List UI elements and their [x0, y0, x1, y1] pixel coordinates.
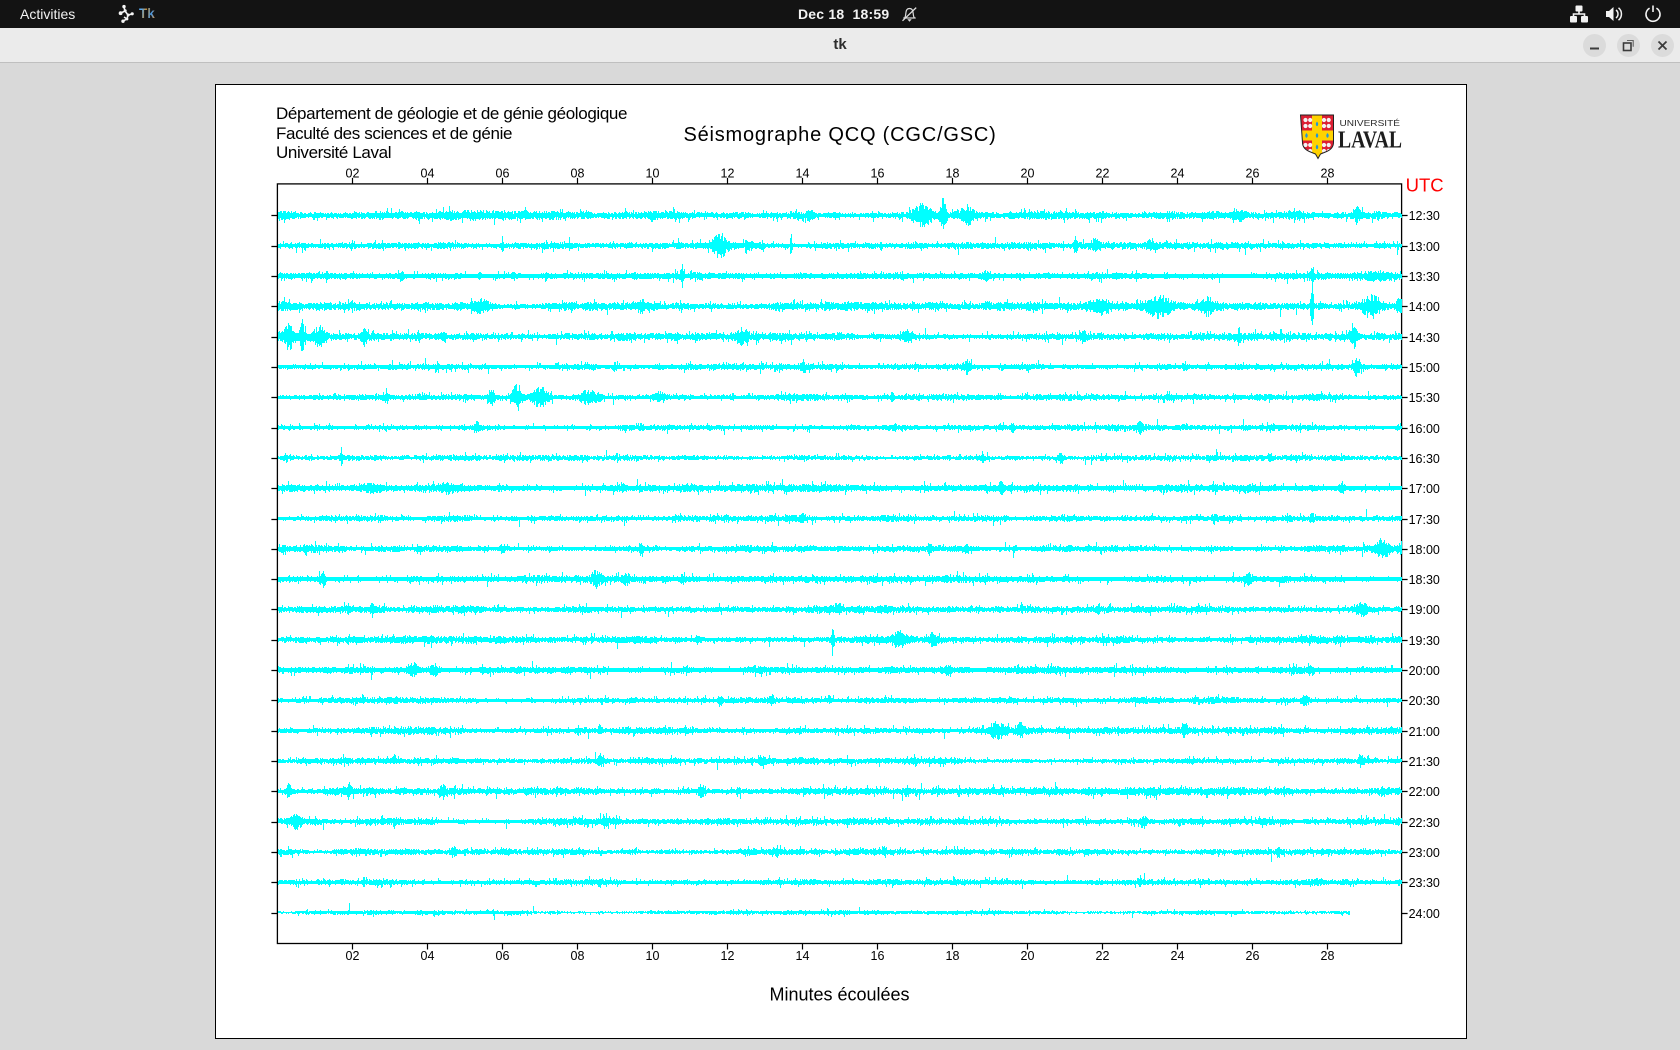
svg-text:04: 04 — [421, 949, 435, 963]
svg-text:18:00: 18:00 — [1409, 543, 1440, 557]
svg-text:19:30: 19:30 — [1409, 634, 1440, 648]
svg-text:22:30: 22:30 — [1409, 816, 1440, 830]
svg-text:17:30: 17:30 — [1409, 513, 1440, 527]
svg-text:15:00: 15:00 — [1409, 361, 1440, 375]
svg-text:10: 10 — [646, 166, 660, 180]
svg-text:04: 04 — [421, 166, 435, 180]
svg-text:06: 06 — [496, 166, 510, 180]
svg-text:26: 26 — [1246, 166, 1260, 180]
svg-text:24: 24 — [1171, 949, 1185, 963]
svg-text:15:30: 15:30 — [1409, 391, 1440, 405]
svg-text:20:30: 20:30 — [1409, 694, 1440, 708]
svg-text:23:30: 23:30 — [1409, 876, 1440, 890]
svg-text:12: 12 — [721, 949, 735, 963]
svg-text:17:00: 17:00 — [1409, 482, 1440, 496]
svg-text:14: 14 — [796, 949, 810, 963]
svg-text:02: 02 — [346, 166, 360, 180]
svg-text:20: 20 — [1021, 949, 1035, 963]
svg-text:10: 10 — [646, 949, 660, 963]
svg-text:22: 22 — [1096, 949, 1110, 963]
svg-text:08: 08 — [571, 166, 585, 180]
svg-text:16:30: 16:30 — [1409, 452, 1440, 466]
svg-text:06: 06 — [496, 949, 510, 963]
svg-text:13:30: 13:30 — [1409, 270, 1440, 284]
svg-text:12:30: 12:30 — [1409, 209, 1440, 223]
svg-text:23:00: 23:00 — [1409, 846, 1440, 860]
svg-text:22:00: 22:00 — [1409, 785, 1440, 799]
svg-text:UTC: UTC — [1406, 174, 1444, 195]
svg-text:Minutes écoulées: Minutes écoulées — [769, 985, 909, 1005]
svg-text:19:00: 19:00 — [1409, 603, 1440, 617]
svg-text:13:00: 13:00 — [1409, 240, 1440, 254]
svg-text:UNIVERSITÉ: UNIVERSITÉ — [1340, 118, 1401, 128]
svg-text:14:30: 14:30 — [1409, 331, 1440, 345]
svg-text:22: 22 — [1096, 166, 1110, 180]
svg-text:16: 16 — [871, 949, 885, 963]
svg-text:12: 12 — [721, 166, 735, 180]
svg-text:21:30: 21:30 — [1409, 755, 1440, 769]
svg-text:20: 20 — [1021, 166, 1035, 180]
svg-text:16: 16 — [871, 166, 885, 180]
svg-text:28: 28 — [1321, 949, 1335, 963]
svg-text:14: 14 — [796, 166, 810, 180]
svg-text:28: 28 — [1321, 166, 1335, 180]
svg-text:26: 26 — [1246, 949, 1260, 963]
svg-text:08: 08 — [571, 949, 585, 963]
svg-text:14:00: 14:00 — [1409, 300, 1440, 314]
svg-text:24:00: 24:00 — [1409, 907, 1440, 921]
svg-text:16:00: 16:00 — [1409, 422, 1440, 436]
svg-text:LAVAL: LAVAL — [1338, 128, 1402, 154]
svg-text:18:30: 18:30 — [1409, 573, 1440, 587]
svg-text:20:00: 20:00 — [1409, 664, 1440, 678]
svg-text:24: 24 — [1171, 166, 1185, 180]
svg-text:21:00: 21:00 — [1409, 725, 1440, 739]
svg-text:02: 02 — [346, 949, 360, 963]
svg-text:18: 18 — [946, 166, 960, 180]
svg-text:18: 18 — [946, 949, 960, 963]
